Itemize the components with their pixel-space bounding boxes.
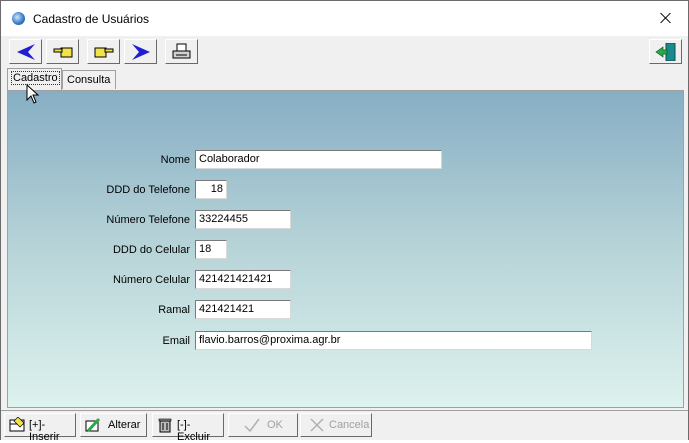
inserir-button[interactable]: [+]-Inserir <box>4 413 76 443</box>
first-record-button[interactable] <box>9 39 42 64</box>
cancel-x-icon <box>310 418 324 432</box>
ok-button[interactable]: OK <box>228 413 298 437</box>
email-label: Email <box>162 335 190 347</box>
numero-telefone-label: Número Telefone <box>106 214 190 226</box>
mouse-cursor-icon <box>26 84 40 104</box>
insert-record-icon <box>9 417 25 432</box>
ddd-celular-field[interactable]: 18 <box>195 240 227 259</box>
first-arrow-icon <box>17 44 35 60</box>
tab-consulta-label: Consulta <box>67 74 111 86</box>
ramal-label: Ramal <box>158 304 190 316</box>
title-bar: Cadastro de Usuários <box>1 1 688 36</box>
tab-strip: Cadastro Consulta <box>1 68 688 90</box>
exit-button[interactable] <box>649 39 682 64</box>
close-button[interactable] <box>644 1 688 36</box>
ddd-telefone-field[interactable]: 18 <box>195 180 227 199</box>
excluir-button[interactable]: [-]-Excluir <box>152 413 224 443</box>
exit-door-icon <box>655 43 676 61</box>
trash-icon <box>158 418 172 433</box>
last-record-button[interactable] <box>124 39 157 64</box>
ok-label: OK <box>267 419 283 431</box>
email-field[interactable]: flavio.barros@proxima.agr.br <box>195 331 592 350</box>
excluir-label: [-]-Excluir <box>177 419 211 443</box>
cancela-label: Cancela <box>329 419 370 431</box>
hand-left-icon <box>53 47 73 58</box>
main-window: Cadastro de Usuários Cadastro Consulta N… <box>0 0 689 443</box>
toolbar <box>1 36 688 68</box>
printer-icon <box>172 43 191 59</box>
edit-record-icon <box>85 417 101 433</box>
ramal-field[interactable]: 421421421 <box>195 300 291 319</box>
ddd-telefone-label: DDD do Telefone <box>106 184 190 196</box>
numero-telefone-field[interactable]: 33224455 <box>195 210 291 229</box>
tab-consulta[interactable]: Consulta <box>62 70 116 89</box>
form-panel: Nome Colaborador DDD do Telefone 18 Núme… <box>7 90 684 408</box>
next-hand-button[interactable] <box>87 39 120 64</box>
ddd-celular-label: DDD do Celular <box>112 244 190 256</box>
inserir-label: [+]-Inserir <box>29 419 60 443</box>
last-arrow-icon <box>132 44 150 60</box>
check-icon <box>244 418 260 433</box>
numero-celular-field[interactable]: 421421421421 <box>195 270 291 289</box>
previous-record-button[interactable] <box>46 39 79 64</box>
app-icon <box>12 12 25 25</box>
cancela-button[interactable]: Cancela <box>300 413 372 437</box>
alterar-button[interactable]: Alterar <box>80 413 147 437</box>
nome-label: Nome <box>160 154 190 166</box>
window-title: Cadastro de Usuários <box>33 12 150 26</box>
nome-field[interactable]: Colaborador <box>195 150 442 169</box>
action-bar: [+]-Inserir Alterar [-]-Excluir OK Cance… <box>1 410 688 443</box>
alterar-label: Alterar <box>108 419 141 431</box>
hand-right-icon <box>94 47 114 58</box>
tab-cadastro-label: Cadastro <box>11 71 60 85</box>
numero-celular-label: Número Celular <box>112 274 190 286</box>
print-button[interactable] <box>165 39 198 64</box>
